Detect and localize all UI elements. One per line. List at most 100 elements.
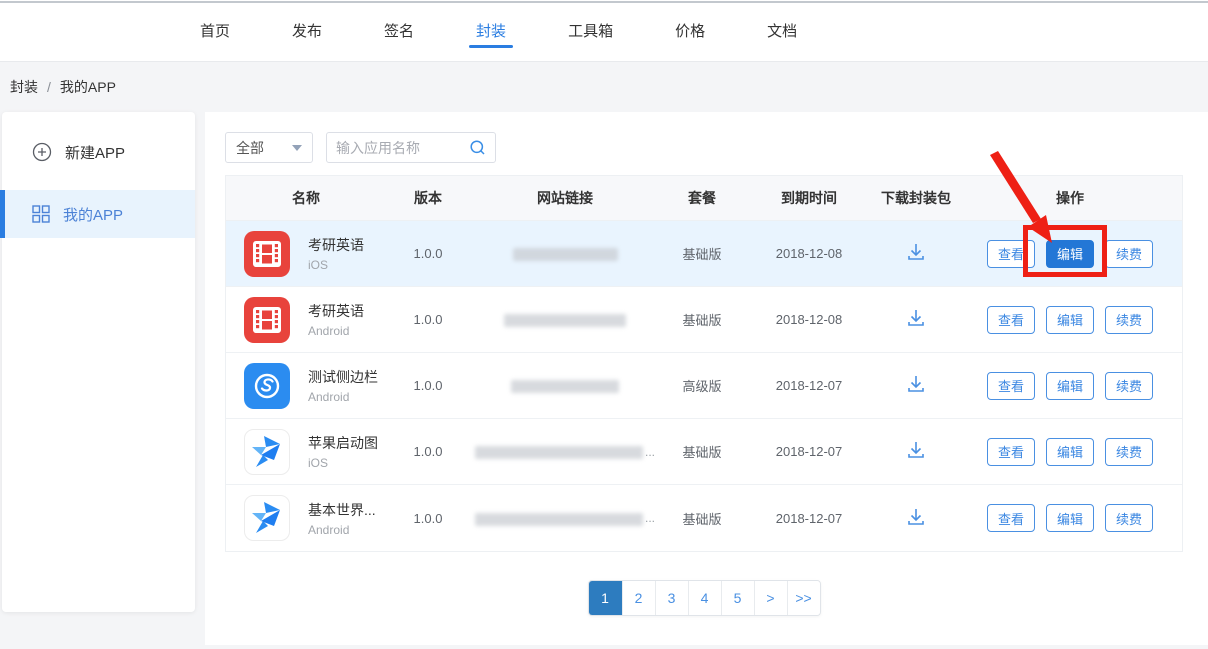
app-name: 测试侧边栏 [308,367,378,387]
view-button[interactable]: 查看 [987,438,1035,466]
film-icon [244,231,290,277]
download-icon[interactable] [904,438,928,462]
col-header-name: 名称 [226,188,386,208]
app-platform: Android [308,390,378,404]
edit-button[interactable]: 编辑 [1046,438,1094,466]
col-header-actions: 操作 [958,188,1182,208]
download-icon[interactable] [904,240,928,264]
nav-item-home[interactable]: 首页 [193,0,237,61]
sidebar-item-new-app[interactable]: 新建APP [2,128,195,176]
caret-down-icon [292,145,302,151]
origami-bird-icon [244,429,290,475]
pagination: 1 2 3 4 5 > >> [225,580,1183,616]
edit-button[interactable]: 编辑 [1046,372,1094,400]
expire-date: 2018-12-07 [744,511,874,526]
breadcrumb-section[interactable]: 封装 [10,77,38,97]
page-button-5[interactable]: 5 [721,581,754,615]
page: 首页 发布 签名 封装 工具箱 价格 文档 封装 / 我的APP 新建APP 我… [0,0,1208,649]
view-button[interactable]: 查看 [987,306,1035,334]
app-plan: 基础版 [660,442,744,461]
breadcrumb-current: 我的APP [60,77,116,97]
edit-button[interactable]: 编辑 [1046,504,1094,532]
website-link-blurred: ... [470,510,660,525]
sidebar-item-my-app[interactable]: 我的APP [2,190,195,238]
magnifier-icon[interactable] [469,139,486,156]
app-version: 1.0.0 [386,312,470,327]
film-icon [244,297,290,343]
renew-button[interactable]: 续费 [1105,438,1153,466]
search-input[interactable] [336,140,469,156]
app-plan: 基础版 [660,244,744,263]
origami-bird-icon [244,495,290,541]
app-platform: Android [308,324,364,338]
expire-date: 2018-12-07 [744,378,874,393]
renew-button[interactable]: 续费 [1105,372,1153,400]
breadcrumb: 封装 / 我的APP [0,62,116,112]
sidebar-item-label: 我的APP [63,204,123,225]
expire-date: 2018-12-08 [744,246,874,261]
nav-item-toolbox[interactable]: 工具箱 [561,0,620,61]
search-box [326,132,496,163]
col-header-version: 版本 [386,188,470,208]
circle-plus-icon [32,142,52,162]
expire-date: 2018-12-08 [744,312,874,327]
nav-item-publish[interactable]: 发布 [285,0,329,61]
nav-item-docs[interactable]: 文档 [760,0,804,61]
app-version: 1.0.0 [386,246,470,261]
download-icon[interactable] [904,505,928,529]
app-name: 苹果启动图 [308,433,378,453]
app-plan: 基础版 [660,310,744,329]
col-header-download: 下载封装包 [874,188,958,208]
col-header-plan: 套餐 [660,188,744,208]
last-page-button[interactable]: >> [787,581,820,615]
website-link-blurred [470,246,660,261]
renew-button[interactable]: 续费 [1105,306,1153,334]
edit-button[interactable]: 编辑 [1046,240,1094,268]
app-version: 1.0.0 [386,378,470,393]
toolbar: 全部 [225,132,1183,163]
top-nav-bar: 首页 发布 签名 封装 工具箱 价格 文档 [0,0,1208,62]
table-row: 测试侧边栏 Android 1.0.0 高级版 2018-12-07 查看 编辑… [226,353,1182,419]
expire-date: 2018-12-07 [744,444,874,459]
page-button-1[interactable]: 1 [589,581,622,615]
table-row: 考研英语 Android 1.0.0 基础版 2018-12-08 查看 编辑 … [226,287,1182,353]
page-button-3[interactable]: 3 [655,581,688,615]
nav-item-price[interactable]: 价格 [668,0,712,61]
app-table: 名称 版本 网站链接 套餐 到期时间 下载封装包 操作 考研英语 iOS [225,175,1183,552]
col-header-expires: 到期时间 [744,188,874,208]
filter-select[interactable]: 全部 [225,132,313,163]
website-link-blurred [470,378,660,393]
table-row: 苹果启动图 iOS 1.0.0 ... 基础版 2018-12-07 查看 编辑… [226,419,1182,485]
table-row: 考研英语 iOS 1.0.0 基础版 2018-12-08 查看 编辑 续费 [226,221,1182,287]
page-button-2[interactable]: 2 [622,581,655,615]
filter-select-value: 全部 [236,138,264,158]
grid-icon [32,205,50,223]
next-page-button[interactable]: > [754,581,787,615]
edit-button[interactable]: 编辑 [1046,306,1094,334]
nav-item-package[interactable]: 封装 [469,0,513,61]
breadcrumb-separator: / [47,79,51,95]
app-platform: iOS [308,456,378,470]
table-row: 基本世界... Android 1.0.0 ... 基础版 2018-12-07… [226,485,1182,551]
renew-button[interactable]: 续费 [1105,504,1153,532]
app-name: 基本世界... [308,500,376,520]
download-icon[interactable] [904,306,928,330]
app-name: 考研英语 [308,301,364,321]
app-platform: iOS [308,258,364,272]
app-plan: 高级版 [660,376,744,395]
website-link-blurred: ... [470,444,660,459]
s-browser-icon [244,363,290,409]
app-version: 1.0.0 [386,511,470,526]
page-button-4[interactable]: 4 [688,581,721,615]
view-button[interactable]: 查看 [987,504,1035,532]
col-header-website: 网站链接 [470,188,660,208]
website-link-blurred [470,312,660,327]
app-name: 考研英语 [308,235,364,255]
view-button[interactable]: 查看 [987,240,1035,268]
view-button[interactable]: 查看 [987,372,1035,400]
renew-button[interactable]: 续费 [1105,240,1153,268]
download-icon[interactable] [904,372,928,396]
app-plan: 基础版 [660,509,744,528]
nav-item-sign[interactable]: 签名 [377,0,421,61]
app-version: 1.0.0 [386,444,470,459]
